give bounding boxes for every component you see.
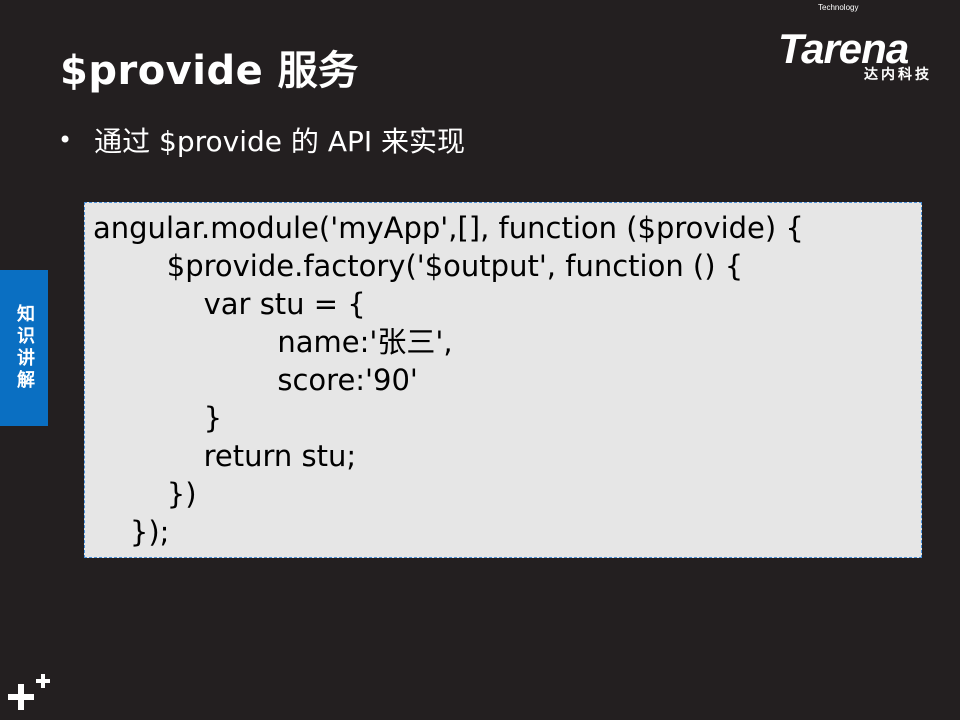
code-line: }) (93, 477, 197, 511)
side-tab-label: 知识讲解 (14, 304, 35, 392)
code-line: }); (93, 515, 170, 549)
code-line: return stu; (93, 439, 357, 473)
logo-sub-text: 达内科技 (864, 67, 932, 83)
slide-title: $provide 服务 (60, 48, 359, 94)
code-line: score:'90' (93, 363, 418, 397)
code-line: var stu = { (93, 287, 366, 321)
bullet-item: • 通过 $provide 的 API 来实现 (58, 120, 465, 160)
tarena-logo: Tarena 达内科技 (778, 22, 948, 84)
code-line: name:'张三', (93, 325, 453, 359)
code-line: angular.module('myApp',[], function ($pr… (93, 211, 804, 245)
side-tab: 知识讲解 (0, 270, 48, 426)
logo-small-text: Technology (818, 3, 859, 12)
plus-plus-icon (8, 674, 50, 710)
bullet-text: 通过 $provide 的 API 来实现 (94, 125, 466, 158)
bullet-dot-icon: • (58, 126, 73, 154)
slide: $provide 服务 Tarena 达内科技 Technology • 通过 … (0, 0, 960, 720)
code-line: $provide.factory('$output', function () … (93, 249, 744, 283)
code-line: } (93, 401, 223, 435)
code-block: angular.module('myApp',[], function ($pr… (84, 202, 922, 558)
